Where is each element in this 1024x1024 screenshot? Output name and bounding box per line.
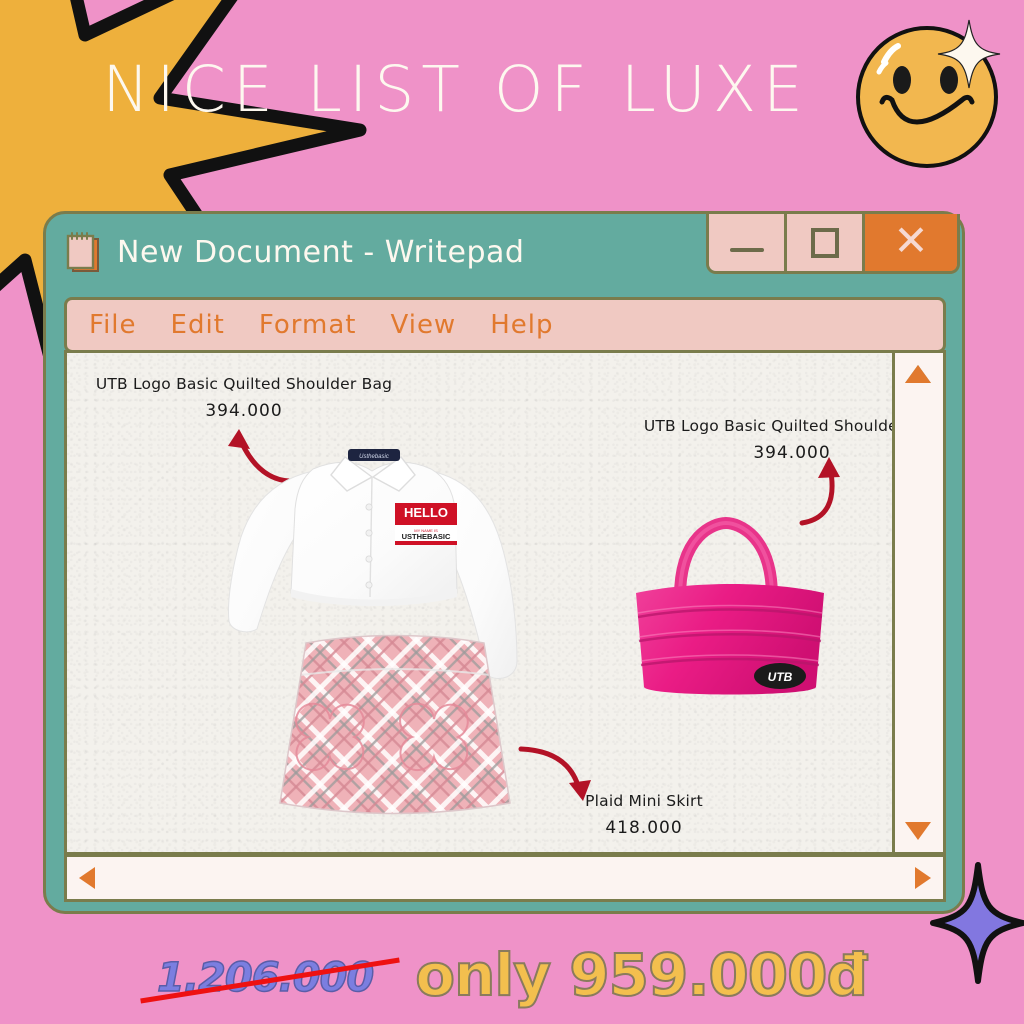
document-canvas[interactable]: UTB Logo Basic Quilted Shoulder Bag 394.… — [67, 353, 892, 852]
four-point-star-icon — [930, 862, 1024, 984]
poster-canvas: NICE LIST OF LUXE New Document - Writepa… — [0, 0, 1024, 1024]
product-bag-image: UTB — [636, 516, 824, 695]
close-icon: ✕ — [893, 215, 929, 265]
minimize-button[interactable] — [709, 214, 787, 271]
horizontal-scrollbar[interactable] — [64, 854, 946, 902]
vertical-scrollbar[interactable] — [892, 353, 943, 852]
poster-headline: NICE LIST OF LUXE — [0, 58, 1024, 121]
menu-item-view[interactable]: View — [391, 310, 457, 340]
notepad-icon — [66, 232, 99, 272]
window-title: New Document - Writepad — [117, 234, 525, 270]
arrow-to-skirt-icon — [518, 746, 591, 801]
svg-text:HELLO: HELLO — [404, 505, 448, 520]
price-band: 1.206.000 only 959.000đ — [0, 930, 1024, 1020]
close-button[interactable]: ✕ — [865, 214, 957, 271]
window-controls: ✕ — [706, 214, 960, 274]
scroll-down-arrow-icon[interactable] — [905, 822, 931, 840]
svg-text:USTHEBASIC: USTHEBASIC — [402, 532, 451, 541]
menu-item-help[interactable]: Help — [490, 310, 553, 340]
menu-item-file[interactable]: File — [89, 310, 137, 340]
svg-text:Usthebasic: Usthebasic — [359, 454, 389, 460]
svg-text:UTB: UTB — [768, 670, 793, 684]
menu-item-format[interactable]: Format — [259, 310, 357, 340]
writepad-window: New Document - Writepad ✕ File Edit Form… — [43, 211, 965, 914]
maximize-button[interactable] — [787, 214, 865, 271]
headline-text: NICE LIST OF LUXE — [102, 53, 810, 126]
scroll-up-arrow-icon[interactable] — [905, 365, 931, 383]
window-titlebar[interactable]: New Document - Writepad ✕ — [46, 214, 962, 290]
scroll-left-arrow-icon[interactable] — [79, 867, 95, 889]
old-price-group: 1.206.000 — [140, 954, 401, 1004]
product-skirt-image — [279, 634, 511, 815]
annotation-name: UTB Logo Basic Quilted Shoulder Bag — [643, 417, 892, 435]
document-area: UTB Logo Basic Quilted Shoulder Bag 394.… — [64, 350, 946, 855]
annotation-name: UTB Logo Basic Quilted Shoulder Bag — [95, 375, 393, 393]
menu-item-edit[interactable]: Edit — [171, 310, 225, 340]
scroll-right-arrow-icon[interactable] — [915, 867, 931, 889]
new-price: only 959.000đ — [414, 940, 869, 1010]
annotation-price: 418.000 — [605, 818, 683, 839]
minimize-icon — [729, 247, 764, 252]
maximize-icon — [810, 227, 839, 258]
menubar: File Edit Format View Help — [64, 297, 946, 353]
